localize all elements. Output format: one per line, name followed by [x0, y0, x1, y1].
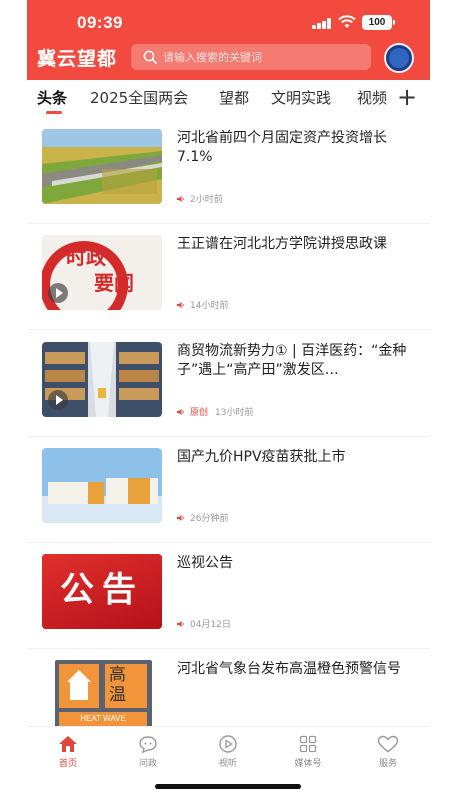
thumb-text: 时政 — [66, 245, 106, 269]
news-title: 河北省前四个月固定资产投资增长7.1% — [177, 130, 387, 165]
video-play-icon — [48, 390, 68, 410]
news-thumbnail-notice: 公告 — [42, 554, 162, 629]
channel-tabs: 头条 2025全国两会 望都 文明实践 视频 + — [27, 80, 430, 118]
battery-indicator: 100 — [362, 15, 395, 30]
news-meta: 26分钟前 — [177, 511, 228, 524]
heart-icon — [377, 735, 399, 753]
news-item[interactable]: 公告 巡视公告 04月12日 — [27, 543, 430, 649]
tab-two-sessions[interactable]: 2025全国两会 — [90, 87, 188, 108]
chat-icon — [139, 736, 157, 753]
news-meta: 04月12日 — [177, 617, 231, 630]
nav-home[interactable]: 首页 — [38, 735, 98, 769]
news-thumbnail-heatwave: 高 温 HEAT WAVE — [55, 660, 152, 726]
app-brand: 冀云望都 — [37, 48, 118, 70]
nav-label: 服务 — [378, 759, 397, 769]
nav-label: 问政 — [138, 759, 157, 769]
news-feed: 河北省前四个月固定资产投资增长7.1% 2小时前 时政 要闻 王正谱在河北北方学… — [27, 118, 430, 726]
news-thumbnail-vaccine — [42, 448, 162, 523]
news-item[interactable]: 国产九价HPV疫苗获批上市 26分钟前 — [27, 437, 430, 543]
signal-icon — [312, 18, 332, 29]
nav-services[interactable]: 服务 — [358, 735, 418, 769]
news-thumbnail-railway — [42, 129, 162, 204]
tab-wangdu[interactable]: 望都 — [219, 87, 249, 108]
nav-media[interactable]: 视听 — [198, 735, 258, 769]
news-title: 国产九价HPV疫苗获批上市 — [177, 449, 346, 465]
grid-icon — [299, 735, 317, 753]
active-tab-indicator — [46, 111, 62, 114]
app-header: 09:39 100 冀云望都 请输入搜索的关键词 — [27, 0, 430, 80]
search-input[interactable]: 请输入搜索的关键词 — [131, 44, 371, 70]
news-meta: 原创 13小时前 — [177, 405, 253, 418]
news-title: 河北省气象台发布高温橙色预警信号 — [177, 661, 401, 677]
news-item[interactable]: 河北省前四个月固定资产投资增长7.1% 2小时前 — [27, 118, 430, 224]
nav-media-accounts[interactable]: 媒体号 — [278, 735, 338, 769]
search-placeholder: 请输入搜索的关键词 — [163, 51, 262, 64]
news-time: 14小时前 — [190, 301, 229, 311]
home-indicator[interactable] — [155, 784, 301, 789]
bottom-navigation: 首页 问政 视听 媒体号 服务 — [27, 726, 430, 782]
news-time: 26分钟前 — [190, 514, 229, 524]
news-meta: 14小时前 — [177, 298, 228, 311]
news-thumbnail-warehouse — [42, 342, 162, 417]
thumb-text: 要闻 — [94, 271, 134, 295]
news-title: 巡视公告 — [177, 555, 233, 571]
play-icon — [219, 735, 237, 753]
tab-video[interactable]: 视频 — [357, 87, 387, 108]
speaker-icon — [177, 408, 184, 415]
news-item[interactable]: 高 温 HEAT WAVE 河北省气象台发布高温橙色预警信号 — [27, 649, 430, 726]
status-bar: 09:39 100 — [27, 0, 430, 42]
speaker-icon — [177, 514, 184, 521]
wifi-icon — [338, 15, 356, 28]
news-title: 王正谱在河北北方学院讲授思政课 — [177, 236, 387, 252]
tab-civilization[interactable]: 文明实践 — [271, 87, 331, 108]
thumb-text: HEAT WAVE — [59, 712, 147, 726]
news-time: 2小时前 — [190, 195, 223, 205]
news-item[interactable]: 时政 要闻 王正谱在河北北方学院讲授思政课 14小时前 — [27, 224, 430, 330]
speaker-icon — [177, 620, 184, 627]
thumb-text: 高 — [109, 665, 126, 685]
video-play-icon — [48, 283, 68, 303]
news-time: 13小时前 — [215, 408, 254, 418]
news-meta: 2小时前 — [177, 192, 223, 205]
speaker-icon — [177, 301, 184, 308]
nav-label: 媒体号 — [294, 759, 322, 769]
news-thumbnail-politics: 时政 要闻 — [42, 235, 162, 310]
thumb-text: 公告 — [60, 570, 144, 610]
home-icon — [59, 736, 77, 752]
thumb-text: 温 — [109, 685, 126, 705]
nav-inquiry[interactable]: 问政 — [118, 735, 178, 769]
nav-label: 视听 — [218, 759, 237, 769]
news-item[interactable]: 商贸物流新势力① | 百洋医药：“金种子”遇上“高产田”激发区… 原创 13小时… — [27, 331, 430, 437]
search-icon — [143, 50, 157, 64]
original-badge: 原创 — [190, 408, 209, 418]
status-time: 09:39 — [77, 13, 123, 32]
nav-label: 首页 — [58, 759, 77, 769]
org-logo-icon[interactable] — [384, 43, 414, 73]
news-title: 商贸物流新势力① | 百洋医药：“金种子”遇上“高产田”激发区… — [177, 343, 407, 378]
add-channel-button[interactable]: + — [397, 82, 417, 112]
tab-headline[interactable]: 头条 — [37, 87, 67, 108]
news-time: 04月12日 — [190, 620, 231, 630]
speaker-icon — [177, 195, 184, 202]
thermometer-icon — [67, 670, 91, 700]
